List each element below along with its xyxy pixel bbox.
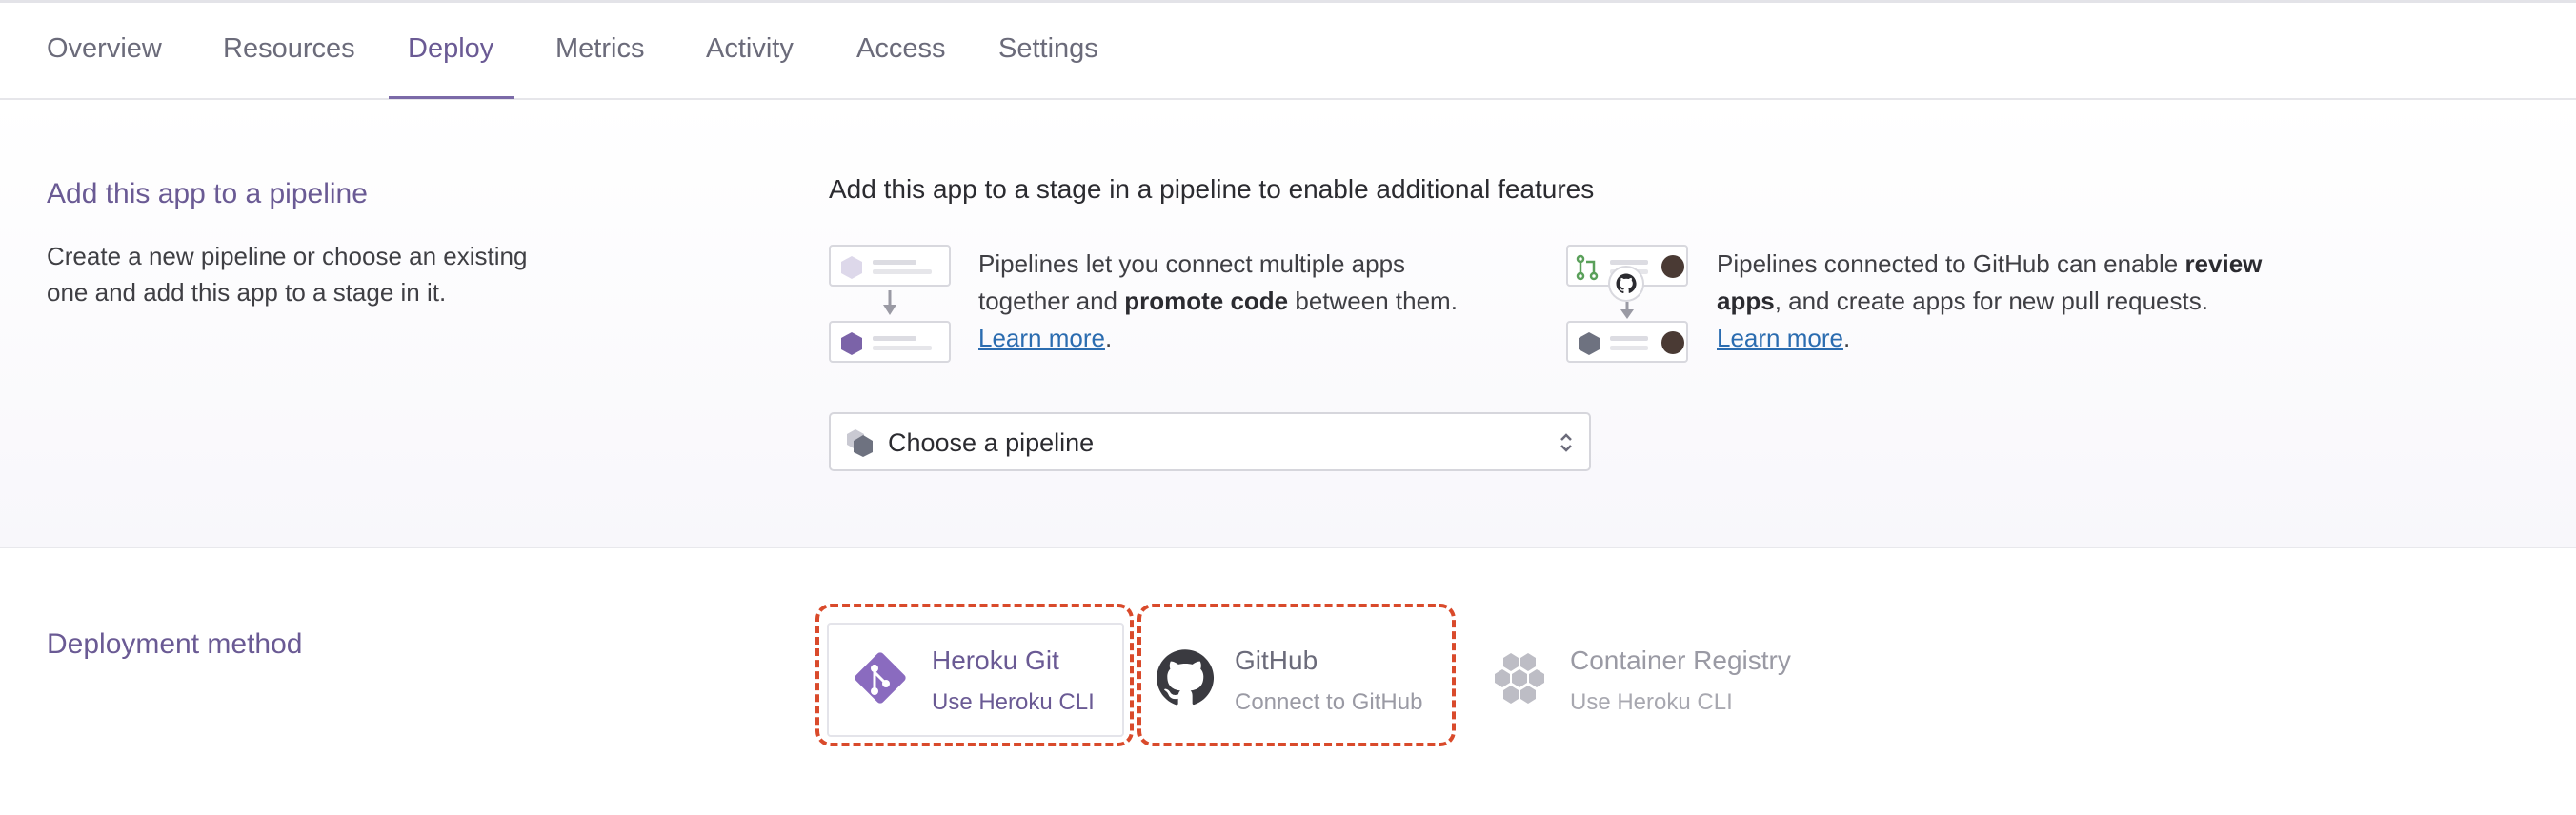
github-review-apps-illustration (1566, 245, 1688, 363)
tab-overview[interactable]: Overview (47, 3, 162, 98)
arrow-down-icon (1620, 302, 1634, 319)
pipeline-section-title: Add this app to a pipeline (47, 178, 368, 209)
avatar (1661, 255, 1684, 278)
active-tab-indicator (389, 96, 514, 99)
method-name: GitHub (1235, 646, 1318, 675)
pipeline-promote-text: Pipelines let you connect multiple apps … (978, 246, 1512, 357)
tab-metrics[interactable]: Metrics (555, 3, 644, 98)
tab-access[interactable]: Access (856, 3, 945, 98)
pipeline-description-line2: one and add this app to a stage in it. (47, 278, 447, 307)
tab-activity[interactable]: Activity (706, 3, 794, 98)
github-badge-icon (1608, 266, 1644, 302)
method-name: Container Registry (1570, 646, 1791, 675)
review-app-card-icon (1566, 321, 1688, 363)
tab-deploy[interactable]: Deploy (408, 3, 493, 98)
chevron-updown-icon (1560, 433, 1572, 452)
feature1-line2: together and promote code between them. (978, 287, 1458, 315)
feature1-line1: Pipelines let you connect multiple apps (978, 249, 1406, 278)
method-name: Heroku Git (932, 646, 1059, 675)
method-subtitle: Use Heroku CLI (1570, 689, 1733, 715)
feature2-line3: Learn more. (1717, 324, 1851, 352)
heroku-git-method-button[interactable]: Heroku Git Use Heroku CLI (825, 617, 1126, 741)
heroku-git-icon (855, 652, 906, 704)
pipeline-section: Add this app to a pipeline Create a new … (0, 100, 2576, 548)
select-label: Choose a pipeline (888, 428, 1095, 457)
pipeline-description: Create a new pipeline or choose an exist… (47, 238, 527, 310)
method-subtitle: Use Heroku CLI (932, 689, 1095, 715)
deployment-method-title: Deployment method (47, 628, 303, 660)
github-review-apps-text: Pipelines connected to GitHub can enable… (1717, 246, 2307, 357)
pipeline-icon (847, 429, 873, 457)
tab-settings[interactable]: Settings (998, 3, 1098, 98)
pipeline-stage-card-icon (829, 245, 951, 287)
pipeline-promote-illustration (829, 245, 951, 363)
pipeline-features-headline: Add this app to a stage in a pipeline to… (829, 174, 1595, 204)
github-method-button[interactable]: GitHub Connect to GitHub (1143, 617, 1448, 741)
learn-more-link[interactable]: Learn more (978, 324, 1105, 352)
learn-more-link[interactable]: Learn more (1717, 324, 1843, 352)
feature1-line3: Learn more. (978, 324, 1113, 352)
container-registry-icon (1495, 653, 1544, 704)
feature2-line2: apps, and create apps for new pull reque… (1717, 287, 2208, 315)
pipeline-stage-card-icon (829, 321, 951, 363)
arrow-down-icon (883, 290, 896, 315)
avatar (1661, 331, 1684, 354)
tab-resources[interactable]: Resources (223, 3, 355, 98)
choose-pipeline-select[interactable]: Choose a pipeline (829, 412, 1591, 471)
pull-request-icon (1576, 254, 1599, 281)
feature2-line1: Pipelines connected to GitHub can enable… (1717, 249, 2263, 278)
pipeline-description-line1: Create a new pipeline or choose an exist… (47, 242, 528, 270)
app-tabs: Overview Resources Deploy Metrics Activi… (0, 3, 2576, 100)
container-registry-method-button[interactable]: Container Registry Use Heroku CLI (1486, 617, 1829, 741)
method-subtitle: Connect to GitHub (1235, 689, 1423, 715)
github-icon (1157, 649, 1215, 706)
